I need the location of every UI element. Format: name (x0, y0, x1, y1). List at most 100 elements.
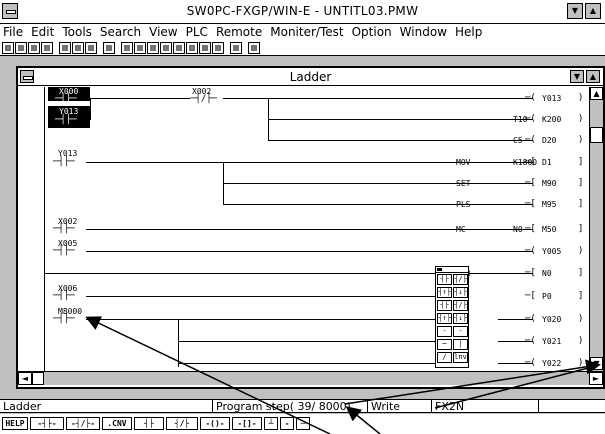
palette-button[interactable]: ┤/├ (453, 274, 468, 285)
menu-edit[interactable]: Edit (28, 24, 59, 40)
fkey-parallel-nc[interactable]: ┤/├ (166, 417, 198, 430)
contact-y013[interactable]: ─┤├─ (55, 116, 77, 125)
menu-view[interactable]: View (146, 24, 182, 40)
menu-moniter-test[interactable]: Moniter/Test (267, 24, 348, 40)
output-close-bracket: ] (578, 199, 584, 209)
output-operand-1: N0 (513, 225, 523, 234)
vertical-scroll-thumb[interactable] (590, 127, 603, 143)
contact-x002-nc[interactable]: ─┤/├─ (190, 95, 217, 104)
fkey-coil[interactable]: -()- (200, 417, 230, 430)
fkey-contact-no[interactable]: -┤├- (30, 417, 64, 430)
output-operand-2: Y020 (542, 315, 562, 324)
output-operand-2: K200 (542, 115, 562, 124)
palette-button[interactable]: ┤├ (437, 274, 452, 285)
paste-icon[interactable] (85, 41, 97, 54)
palette-button[interactable]: ┤↓├ (453, 313, 468, 324)
contact-x002[interactable]: ─┤├─ (53, 225, 75, 234)
app-window: SW0PC-FXGP/WIN-E - UNTITL03.PMW ▼ ▲ File… (0, 0, 605, 434)
save-icon[interactable] (28, 41, 40, 54)
fkey-line[interactable]: ─ (296, 417, 310, 430)
fkey-parallel-no[interactable]: ┤├ (134, 417, 164, 430)
ladder-window: Ladder ▼ ▲ X000 ─┤├─ X002 ─┤/├─ Y013 ─┤├… (16, 66, 605, 389)
palette-button[interactable]: ┤/├ (453, 300, 468, 311)
menu-search[interactable]: Search (97, 24, 146, 40)
horizontal-scroll-thumb[interactable] (32, 372, 44, 385)
output-open-bracket: ─( (525, 314, 536, 324)
output-close-bracket: ) (578, 358, 584, 368)
output-operand-2: M50 (542, 225, 557, 234)
print-icon[interactable] (41, 41, 53, 54)
output-open-bracket: ─( (525, 358, 536, 368)
output-open-bracket: ─[ (525, 268, 536, 278)
fkey-horizontal[interactable]: - (280, 417, 294, 430)
palette-button[interactable]: ┤↑├ (437, 287, 452, 298)
vertical-scrollbar[interactable]: ▲ ▼ (589, 87, 603, 371)
view-list-icon[interactable] (121, 41, 133, 54)
maximize-button[interactable]: ▲ (585, 3, 601, 19)
view-sfc-icon[interactable] (147, 41, 159, 54)
palette-button[interactable]: │ (453, 339, 468, 350)
minimize-button[interactable]: ▼ (567, 3, 583, 19)
contact-y013-b[interactable]: ─┤├─ (53, 158, 75, 167)
output-operand-2: M90 (542, 179, 557, 188)
output-operand-1: K1800 (513, 158, 538, 167)
output-open-bracket: ─[ (525, 178, 536, 188)
output-operand-2: Y013 (542, 94, 562, 103)
scroll-down-icon[interactable]: ▼ (590, 357, 603, 370)
palette-button[interactable]: / (437, 352, 452, 363)
ladder-canvas[interactable]: X000 ─┤├─ X002 ─┤/├─ Y013 ─┤├─ Y013 ─┤├─… (18, 87, 589, 371)
window-title: SW0PC-FXGP/WIN-E - UNTITL03.PMW (186, 4, 419, 18)
scroll-up-icon[interactable]: ▲ (590, 87, 603, 100)
palette-button[interactable]: lnv (453, 352, 468, 363)
title-bar: SW0PC-FXGP/WIN-E - UNTITL03.PMW ▼ ▲ (0, 0, 605, 24)
contact-x005[interactable]: ─┤├─ (53, 247, 75, 256)
menu-help[interactable]: Help (452, 24, 487, 40)
options-icon[interactable] (230, 41, 242, 54)
palette-button[interactable]: ─ (437, 339, 452, 350)
menu-window[interactable]: Window (397, 24, 452, 40)
output-operand-2: Y022 (542, 359, 562, 368)
cut-icon[interactable] (59, 41, 71, 54)
menu-file[interactable]: File (0, 24, 28, 40)
view-monitor-icon[interactable] (199, 41, 211, 54)
view-comment-icon[interactable] (160, 41, 172, 54)
palette-button[interactable]: ┤↓├ (453, 287, 468, 298)
ladder-window-title: Ladder (289, 70, 332, 84)
palette-button[interactable]: -[]- (453, 326, 468, 337)
ladder-minimize-button[interactable]: ▼ (570, 70, 584, 83)
palette-button[interactable]: ┤├ (437, 300, 452, 311)
copy-icon[interactable] (72, 41, 84, 54)
find-icon[interactable] (212, 41, 224, 54)
output-close-bracket: ) (578, 114, 584, 124)
fkey-instruction[interactable]: -[]- (232, 417, 262, 430)
help-icon[interactable] (248, 41, 260, 54)
horizontal-scrollbar[interactable]: ◄ ► (18, 371, 603, 385)
open-file-icon[interactable] (15, 41, 27, 54)
transfer-icon[interactable] (103, 41, 115, 54)
wire (268, 140, 533, 141)
left-power-rail (44, 87, 45, 371)
contact-x006[interactable]: ─┤├─ (53, 292, 75, 301)
fkey-help[interactable]: HELP (2, 417, 28, 430)
contact-m8000[interactable]: ─┤├─ (53, 315, 75, 324)
output-operand-2: M95 (542, 200, 557, 209)
view-register-icon[interactable] (173, 41, 185, 54)
palette-button[interactable]: ┤↑├ (437, 313, 452, 324)
menu-plc[interactable]: PLC (183, 24, 213, 40)
palette-button[interactable]: -()- (437, 326, 452, 337)
fkey-contact-nc[interactable]: -┤/├- (66, 417, 100, 430)
scroll-left-icon[interactable]: ◄ (18, 372, 32, 385)
palette-title-bar[interactable] (436, 267, 468, 273)
menu-tools[interactable]: Tools (59, 24, 97, 40)
new-file-icon[interactable] (2, 41, 14, 54)
output-operand-2: D1 (542, 158, 552, 167)
scroll-right-icon[interactable]: ► (589, 372, 603, 385)
fkey-vertical[interactable]: ┴ (264, 417, 278, 430)
view-ladder-icon[interactable] (134, 41, 146, 54)
menu-remote[interactable]: Remote (213, 24, 267, 40)
view-param-icon[interactable] (186, 41, 198, 54)
ladder-maximize-button[interactable]: ▲ (586, 70, 600, 83)
fkey-convert[interactable]: .CNV (102, 417, 132, 430)
contact-x000[interactable]: ─┤├─ (55, 95, 77, 104)
menu-option[interactable]: Option (349, 24, 397, 40)
